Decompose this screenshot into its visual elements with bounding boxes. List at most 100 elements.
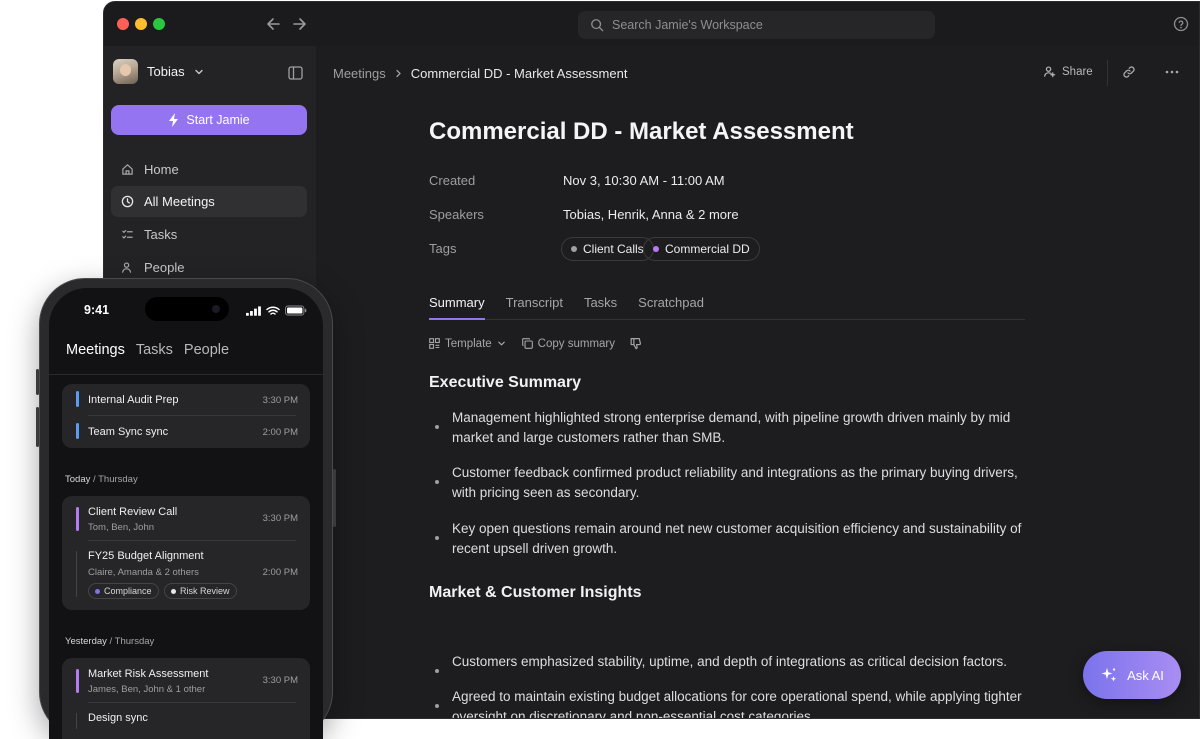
chevron-down-icon (497, 341, 505, 346)
meeting-title: Market Risk Assessment (88, 668, 209, 680)
tag-commercial-dd[interactable]: Commercial DD (643, 237, 760, 261)
close-window-button[interactable] (117, 18, 129, 30)
zoom-window-button[interactable] (153, 18, 165, 30)
meeting-attendees: James, Ben, John & 1 other (88, 684, 206, 695)
search-input[interactable]: Search Jamie's Workspace (578, 11, 935, 39)
day-name: Yesterday (65, 636, 107, 647)
bullet-text: Customers emphasized stability, uptime, … (452, 654, 1008, 669)
user-menu[interactable]: Tobias (113, 59, 204, 84)
meeting-item[interactable]: Client Review Call Tom, Ben, John 3:30 P… (76, 505, 298, 537)
meeting-item[interactable]: FY25 Budget Alignment Claire, Amanda & 2… (76, 549, 298, 603)
sidebar-item-label: People (144, 260, 185, 275)
ask-ai-button[interactable]: Ask AI (1083, 651, 1181, 699)
meeting-time: 3:30 PM (262, 513, 298, 524)
bullet-dot (435, 704, 439, 708)
tab-tasks[interactable]: Tasks (584, 295, 617, 320)
meta-label-created: Created (429, 173, 476, 188)
tag-dot (171, 588, 176, 594)
phone-tab-meetings[interactable]: Meetings (66, 342, 125, 358)
back-arrow-icon[interactable] (264, 14, 284, 34)
tab-scratchpad[interactable]: Scratchpad (638, 295, 704, 320)
tag-label: Client Calls (583, 242, 644, 256)
phone-side-button (333, 469, 336, 527)
search-icon (591, 19, 604, 32)
meeting-color-bar (76, 391, 79, 407)
tag-label: Risk Review (180, 586, 230, 596)
bullet-text: Agreed to maintain existing budget alloc… (452, 689, 1022, 719)
meta-label-tags: Tags (429, 241, 457, 256)
person-add-icon (1044, 66, 1056, 78)
day-name: Today (65, 474, 91, 485)
meeting-group-card: Client Review Call Tom, Ben, John 3:30 P… (62, 496, 310, 610)
tab-summary[interactable]: Summary (429, 295, 485, 320)
tag-client-calls[interactable]: Client Calls (561, 237, 654, 261)
meta-value-speakers[interactable]: Tobias, Henrik, Anna & 2 more (563, 207, 739, 222)
tasks-icon (122, 229, 133, 239)
tag-risk-review[interactable]: Risk Review (164, 583, 237, 599)
bullet-dot (435, 669, 439, 673)
sidebar-item-label: Home (144, 162, 179, 177)
lightning-icon (169, 113, 179, 127)
header-divider (1107, 60, 1108, 86)
meeting-time: 2:00 PM (262, 567, 298, 578)
phone-tab-tasks[interactable]: Tasks (136, 342, 173, 358)
start-jamie-button[interactable]: Start Jamie (111, 105, 307, 135)
sidebar-item-all-meetings[interactable]: All Meetings (111, 186, 307, 217)
template-icon (429, 338, 440, 349)
breadcrumb-meetings[interactable]: Meetings (333, 66, 386, 81)
copy-summary-label: Copy summary (537, 337, 615, 350)
section-heading-market-insights: Market & Customer Insights (429, 584, 642, 601)
meta-label-speakers: Speakers (429, 207, 484, 222)
home-icon (122, 164, 133, 175)
copy-summary-button[interactable]: Copy summary (521, 337, 615, 350)
more-options-icon[interactable] (1164, 65, 1180, 79)
meeting-item[interactable]: Team Sync sync 2:00 PM (76, 422, 298, 442)
tab-transcript[interactable]: Transcript (506, 295, 563, 320)
phone-side-button (36, 407, 39, 447)
sidebar-toggle-icon[interactable] (288, 66, 303, 80)
tag-label: Compliance (104, 586, 152, 596)
row-divider (88, 702, 296, 703)
phone-screen: 9:41 Meetings Tasks People Internal Audi… (49, 288, 323, 739)
help-icon[interactable] (1173, 16, 1189, 32)
meeting-color-bar (76, 507, 79, 531)
row-divider (88, 415, 296, 416)
chevron-down-icon (194, 69, 203, 74)
forward-arrow-icon[interactable] (289, 14, 309, 34)
share-button[interactable]: Share (1043, 65, 1093, 78)
page-title: Commercial DD - Market Assessment (429, 118, 854, 145)
bullet-dot (435, 536, 439, 540)
sparkle-icon (1101, 668, 1117, 682)
wifi-icon (266, 305, 280, 315)
meeting-item[interactable]: Market Risk Assessment James, Ben, John … (76, 667, 298, 699)
tag-label: Commercial DD (665, 242, 750, 256)
bullet-dot (435, 425, 439, 429)
meeting-item[interactable]: Internal Audit Prep 3:30 PM (76, 390, 298, 410)
sidebar-item-label: Tasks (144, 227, 178, 242)
meeting-time: 3:30 PM (262, 675, 298, 686)
user-name: Tobias (147, 64, 185, 79)
bullet-text: Key open questions remain around net new… (452, 521, 1022, 556)
dynamic-island (145, 297, 229, 321)
sidebar-item-tasks[interactable]: Tasks (111, 219, 307, 250)
phone-side-button (36, 369, 39, 395)
link-icon[interactable] (1122, 65, 1136, 79)
thumbs-down-button[interactable] (629, 337, 642, 350)
minimize-window-button[interactable] (135, 18, 147, 30)
meeting-title: FY25 Budget Alignment (88, 550, 204, 562)
status-icons (246, 305, 307, 316)
clock-icon (121, 195, 134, 208)
document-tabs: Summary Transcript Tasks Scratchpad (429, 295, 1025, 320)
avatar (113, 59, 138, 84)
meeting-item[interactable]: Design sync (76, 711, 298, 731)
meeting-color-bar (76, 423, 79, 439)
template-dropdown[interactable]: Template (429, 338, 506, 350)
meeting-group-card: Market Risk Assessment James, Ben, John … (62, 658, 310, 739)
phone-tab-people[interactable]: People (184, 342, 229, 358)
meeting-time: 3:30 PM (262, 395, 298, 406)
tag-compliance[interactable]: Compliance (88, 583, 159, 599)
weekday: / Thursday (93, 474, 138, 485)
meeting-attendees: Claire, Amanda & 2 others (88, 567, 199, 578)
sidebar-item-home[interactable]: Home (111, 154, 307, 185)
main-content: Meetings Commercial DD - Market Assessme… (316, 46, 1199, 718)
